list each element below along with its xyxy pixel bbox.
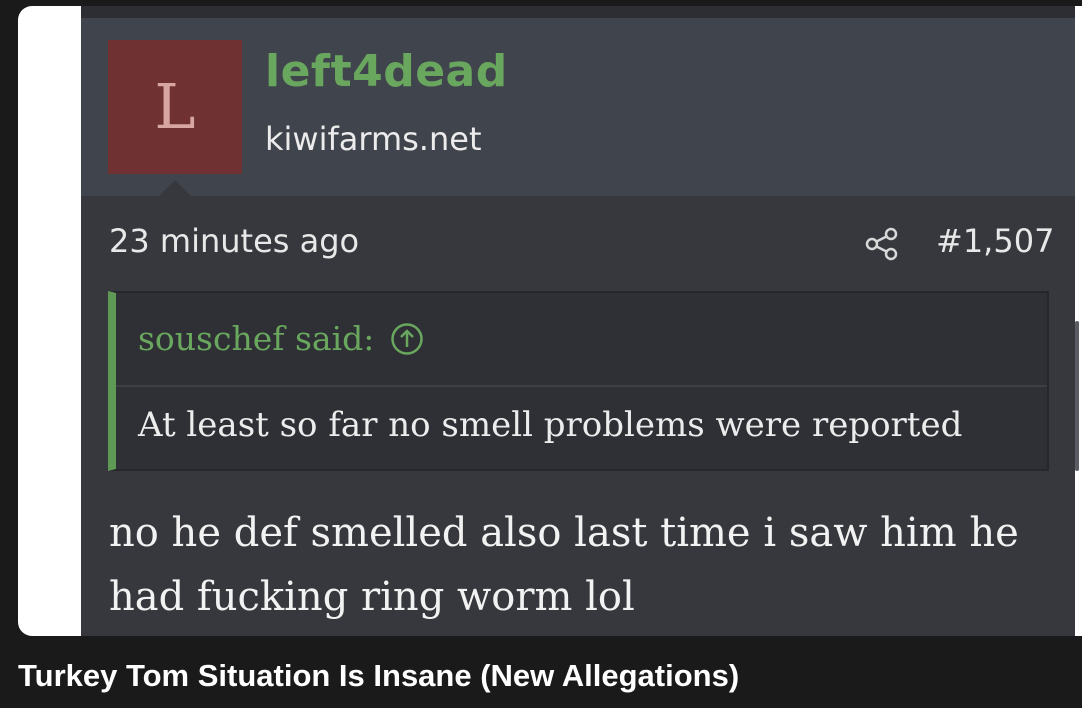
post-timestamp[interactable]: 23 minutes ago (109, 222, 359, 260)
avatar[interactable]: L (108, 40, 242, 174)
post-number[interactable]: #1,507 (936, 222, 1054, 260)
share-icon[interactable] (864, 226, 900, 262)
quote-block: souschef said: At least so far no smell … (108, 291, 1049, 471)
post-body: no he def smelled also last time i saw h… (109, 510, 1019, 620)
header-pointer (159, 180, 191, 196)
site-name: kiwifarms.net (265, 120, 482, 158)
post-header: L left4dead kiwifarms.net (81, 6, 1075, 196)
quote-text: At least so far no smell problems were r… (138, 405, 963, 445)
forum-post: L left4dead kiwifarms.net 23 minutes ago… (81, 6, 1075, 636)
video-title[interactable]: Turkey Tom Situation Is Insane (New Alle… (18, 658, 739, 694)
username[interactable]: left4dead (265, 46, 508, 97)
header-strip (81, 6, 1075, 18)
arrow-up-circle-icon[interactable] (390, 322, 424, 356)
quote-divider (116, 385, 1047, 387)
quote-header[interactable]: souschef said: (138, 319, 424, 358)
video-frame: L left4dead kiwifarms.net 23 minutes ago… (18, 6, 1082, 636)
quote-author[interactable]: souschef said: (138, 319, 374, 358)
scrollbar[interactable] (1075, 321, 1079, 471)
avatar-letter: L (154, 70, 196, 143)
